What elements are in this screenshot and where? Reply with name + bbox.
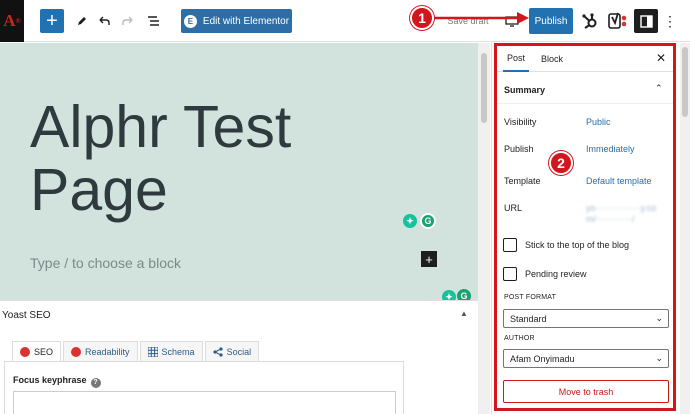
publish-date-value[interactable]: Immediately bbox=[586, 144, 635, 154]
visibility-label: Visibility bbox=[504, 117, 537, 127]
collapse-arrow-icon[interactable]: ▲ bbox=[460, 309, 468, 318]
stick-to-top-label: Stick to the top of the blog bbox=[525, 240, 630, 250]
pending-review-checkbox[interactable] bbox=[503, 267, 517, 281]
yoast-icon bbox=[608, 12, 627, 29]
focus-keyphrase-label: Focus keyphrase? bbox=[13, 375, 101, 388]
author-label: AUTHOR bbox=[504, 335, 535, 342]
post-format-value: Standard bbox=[510, 313, 547, 324]
more-vertical-icon: ⋮ bbox=[663, 12, 677, 29]
undo-button[interactable] bbox=[96, 9, 112, 33]
hubspot-button[interactable] bbox=[580, 9, 600, 33]
publish-button[interactable]: Publish bbox=[529, 8, 573, 34]
hubspot-icon bbox=[582, 13, 597, 29]
yoast-tabs: SEO Readability Schema Social bbox=[12, 341, 261, 361]
pending-review-option[interactable]: Pending review bbox=[503, 267, 587, 281]
elementor-icon: E bbox=[183, 14, 197, 28]
settings-button[interactable] bbox=[634, 9, 658, 33]
scrollbar-thumb[interactable] bbox=[682, 47, 688, 117]
tab-block[interactable]: Block bbox=[541, 46, 563, 72]
visibility-value[interactable]: Public bbox=[586, 117, 611, 127]
sad-face-icon bbox=[20, 346, 30, 357]
grammarly-bulb-icon[interactable]: ✦ bbox=[403, 214, 417, 228]
annotation-arrow bbox=[431, 12, 529, 24]
pencil-icon bbox=[78, 17, 86, 25]
yoast-seo-panel: Focus keyphrase? bbox=[4, 361, 404, 414]
help-icon[interactable]: ? bbox=[90, 377, 101, 388]
annotation-step-1: 1 bbox=[410, 6, 434, 30]
sidebar-tabs: Post Block bbox=[497, 46, 673, 72]
yoast-seo-metabox: Yoast SEO ▲ SEO Readability Schema Socia… bbox=[0, 300, 478, 414]
pending-review-label: Pending review bbox=[525, 269, 587, 279]
options-menu-button[interactable]: ⋮ bbox=[663, 9, 677, 33]
redo-icon bbox=[122, 16, 133, 25]
tab-schema[interactable]: Schema bbox=[139, 341, 203, 361]
sad-face-icon bbox=[71, 346, 82, 357]
tab-seo[interactable]: SEO bbox=[12, 341, 62, 361]
author-select[interactable]: Afam Onyimadu ⌄ bbox=[503, 349, 669, 368]
post-format-select[interactable]: Standard ⌄ bbox=[503, 309, 669, 328]
edit-with-elementor-button[interactable]: E Edit with Elementor bbox=[181, 9, 292, 33]
url-label: URL bbox=[504, 203, 523, 213]
annotation-step-2: 2 bbox=[549, 151, 573, 175]
sidebar-scrollbar[interactable] bbox=[680, 43, 690, 414]
stick-to-top-checkbox[interactable] bbox=[503, 238, 517, 252]
tab-post[interactable]: Post bbox=[503, 46, 529, 72]
yoast-button[interactable] bbox=[608, 9, 628, 33]
summary-panel-header[interactable]: Summary ⌃ bbox=[497, 76, 673, 104]
list-view-icon bbox=[147, 16, 159, 26]
document-overview-button[interactable] bbox=[145, 9, 161, 33]
url-value[interactable]: yo···············y.co bbox=[586, 203, 656, 213]
template-value[interactable]: Default template bbox=[586, 176, 652, 186]
redo-button[interactable] bbox=[120, 9, 136, 33]
template-label: Template bbox=[504, 176, 541, 186]
stick-to-top-option[interactable]: Stick to the top of the blog bbox=[503, 238, 629, 252]
grammarly-icon[interactable]: G bbox=[420, 213, 436, 229]
yoast-metabox-title: Yoast SEO bbox=[2, 310, 51, 321]
chevron-down-icon: ⌄ bbox=[655, 353, 663, 363]
canvas-scrollbar[interactable] bbox=[478, 43, 490, 414]
focus-keyphrase-input[interactable] bbox=[13, 391, 396, 414]
move-to-trash-button[interactable]: Move to trash bbox=[503, 380, 669, 403]
share-icon bbox=[212, 346, 223, 357]
publish-date-label: Publish bbox=[504, 144, 534, 154]
scrollbar-thumb[interactable] bbox=[481, 53, 487, 123]
post-format-label: POST FORMAT bbox=[504, 294, 557, 301]
grid-icon bbox=[147, 346, 158, 357]
url-value-continued[interactable]: m/············/ bbox=[586, 214, 634, 224]
add-block-button[interactable]: + bbox=[40, 9, 64, 33]
tab-readability[interactable]: Readability bbox=[63, 341, 138, 361]
tools-button[interactable] bbox=[74, 9, 90, 33]
plus-icon: + bbox=[425, 251, 433, 267]
editor-toolbar: A ® + E Edit with Elementor Save draft Pu… bbox=[0, 0, 690, 42]
undo-icon bbox=[99, 16, 110, 25]
plus-icon: + bbox=[46, 10, 58, 32]
sidebar-toggle-icon bbox=[639, 14, 653, 28]
elementor-button-label: Edit with Elementor bbox=[202, 15, 290, 27]
block-placeholder[interactable]: Type / to choose a block bbox=[30, 255, 181, 271]
page-title[interactable]: Alphr Test Page bbox=[30, 96, 410, 222]
close-icon[interactable]: ✕ bbox=[656, 51, 666, 65]
chevron-down-icon: ⌄ bbox=[655, 313, 663, 323]
summary-title: Summary bbox=[504, 85, 546, 95]
site-logo[interactable]: A ® bbox=[0, 0, 24, 42]
chevron-up-icon: ⌃ bbox=[655, 83, 663, 93]
inline-add-block-button[interactable]: + bbox=[421, 251, 437, 267]
tab-social[interactable]: Social bbox=[204, 341, 260, 361]
author-value: Afam Onyimadu bbox=[510, 353, 575, 364]
